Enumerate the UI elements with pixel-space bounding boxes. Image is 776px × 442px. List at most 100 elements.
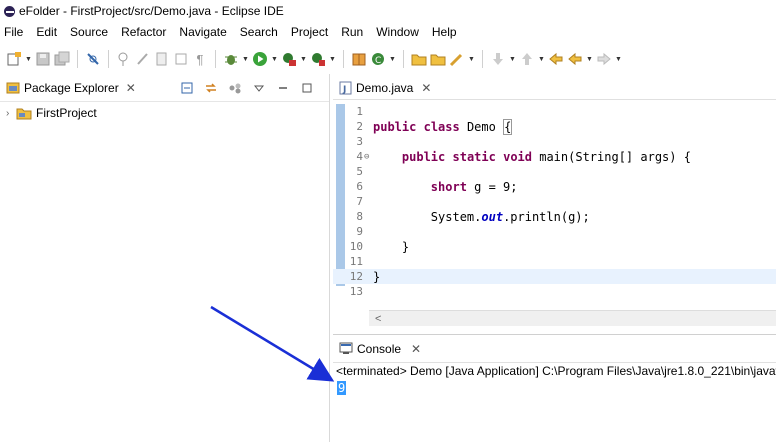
- menu-window[interactable]: Window: [376, 25, 419, 39]
- back-dropdown-icon[interactable]: ▼: [586, 56, 593, 63]
- title-bar: eFolder - FirstProject/src/Demo.java - E…: [0, 0, 776, 22]
- toolbar-separator: [215, 50, 216, 68]
- last-edit-location-icon[interactable]: [548, 51, 564, 67]
- search-icon[interactable]: [449, 51, 465, 67]
- skip-breakpoints-icon[interactable]: [85, 51, 101, 67]
- menu-search[interactable]: Search: [240, 25, 278, 39]
- code-line: 8 System.out.println(g);: [356, 209, 590, 224]
- svg-text:C: C: [375, 56, 381, 66]
- fold-collapse-icon[interactable]: ⊖: [364, 152, 369, 162]
- editor-tab-demo[interactable]: J Demo.java ✕: [333, 76, 776, 100]
- close-icon[interactable]: ✕: [421, 81, 431, 95]
- package-explorer-icon: [6, 82, 20, 93]
- menu-refactor[interactable]: Refactor: [121, 25, 166, 39]
- code-line: 2 public class Demo {: [356, 118, 513, 135]
- minimize-icon[interactable]: [275, 80, 291, 96]
- forward-dropdown-icon[interactable]: ▼: [615, 56, 622, 63]
- new-class-dropdown-icon[interactable]: ▼: [389, 56, 396, 63]
- expand-chevron-icon[interactable]: ›: [6, 108, 16, 119]
- link-with-editor-icon[interactable]: [203, 80, 219, 96]
- save-icon[interactable]: [35, 51, 51, 67]
- editor-tab-title: Demo.java: [356, 80, 414, 95]
- menu-navigate[interactable]: Navigate: [179, 25, 226, 39]
- next-annotation-icon[interactable]: [490, 51, 506, 67]
- code-line: 5: [356, 165, 363, 178]
- new-java-class-icon[interactable]: C: [370, 51, 386, 67]
- run-dropdown-icon[interactable]: ▼: [271, 56, 278, 63]
- new-icon[interactable]: [6, 51, 22, 67]
- code-line-current: 12}: [333, 269, 776, 284]
- coverage-dropdown-icon[interactable]: ▼: [300, 56, 307, 63]
- close-icon[interactable]: ✕: [411, 342, 421, 356]
- close-icon[interactable]: ✕: [126, 81, 136, 95]
- java-file-icon: J: [339, 81, 352, 95]
- toolbar-separator: [482, 50, 483, 68]
- code-line: 10 }: [349, 239, 410, 254]
- project-label: FirstProject: [36, 106, 97, 120]
- back-icon[interactable]: [567, 51, 583, 67]
- main-toolbar: ▼ ¶ ▼ ▼ ▼ ▼ C ▼ ▼ ▼ ▼ ▼ ▼: [0, 44, 776, 74]
- package-explorer-panel: Package Explorer ✕ › FirstProject: [0, 74, 330, 442]
- code-line: 9: [356, 225, 363, 238]
- menu-source[interactable]: Source: [70, 25, 108, 39]
- open-type-icon[interactable]: [116, 51, 132, 67]
- previous-annotation-dropdown-icon[interactable]: ▼: [538, 56, 545, 63]
- forward-icon[interactable]: [596, 51, 612, 67]
- maximize-icon[interactable]: [299, 80, 315, 96]
- eclipse-icon: [4, 5, 15, 17]
- menu-project[interactable]: Project: [291, 25, 328, 39]
- java-project-icon: [16, 108, 32, 120]
- toolbar-separator: [77, 50, 78, 68]
- console-status: <terminated> Demo [Java Application] C:\…: [336, 364, 776, 378]
- package-explorer-title: Package Explorer: [24, 80, 119, 95]
- console-icon: [339, 342, 353, 354]
- code-line: 13: [349, 285, 363, 298]
- scroll-left-icon[interactable]: <: [375, 313, 381, 325]
- menu-bar: File Edit Source Refactor Navigate Searc…: [0, 22, 776, 42]
- external-tools-dropdown-icon[interactable]: ▼: [329, 56, 336, 63]
- console-output-selected[interactable]: 9: [337, 381, 347, 395]
- tree-item-project[interactable]: › FirstProject: [0, 103, 329, 123]
- menu-edit[interactable]: Edit: [36, 25, 57, 39]
- focus-task-icon[interactable]: [227, 80, 243, 96]
- console-panel: Console ✕ <terminated> Demo [Java Applic…: [333, 334, 776, 442]
- next-annotation-dropdown-icon[interactable]: ▼: [509, 56, 516, 63]
- code-line: 4 ⊖ public static void main(String[] args…: [356, 149, 691, 164]
- console-tab[interactable]: Console ✕: [333, 335, 776, 363]
- debug-dropdown-icon[interactable]: ▼: [242, 56, 249, 63]
- menu-file[interactable]: File: [4, 25, 23, 39]
- toolbar-separator: [108, 50, 109, 68]
- menu-run[interactable]: Run: [341, 25, 363, 39]
- svg-text:J: J: [342, 85, 346, 95]
- save-all-icon[interactable]: [54, 51, 70, 67]
- debug-icon[interactable]: [223, 51, 239, 67]
- new-java-package-icon[interactable]: [351, 51, 367, 67]
- search-previous-icon[interactable]: [154, 51, 170, 67]
- window-title: eFolder - FirstProject/src/Demo.java - E…: [19, 4, 284, 18]
- editor-panel: J Demo.java ✕ 1 2 public class Demo { 3 4…: [333, 76, 776, 329]
- toggle-mark-icon[interactable]: [135, 51, 151, 67]
- view-menu-icon[interactable]: [251, 80, 267, 96]
- run-icon[interactable]: [252, 51, 268, 67]
- menu-help[interactable]: Help: [432, 25, 457, 39]
- code-line: 1: [356, 105, 363, 118]
- previous-annotation-icon[interactable]: [519, 51, 535, 67]
- new-dropdown-icon[interactable]: ▼: [25, 56, 32, 63]
- code-line: 11: [349, 255, 363, 268]
- collapse-all-icon[interactable]: [179, 80, 195, 96]
- code-line: 3: [356, 135, 363, 148]
- toolbar-separator: [343, 50, 344, 68]
- block-selection-icon[interactable]: [173, 51, 189, 67]
- external-tools-icon[interactable]: [310, 51, 326, 67]
- coverage-icon[interactable]: [281, 51, 297, 67]
- open-task-icon[interactable]: [430, 51, 446, 67]
- code-line: 7: [356, 195, 363, 208]
- open-folder-icon[interactable]: [411, 51, 427, 67]
- horizontal-scrollbar[interactable]: <: [369, 310, 776, 326]
- toolbar-separator: [403, 50, 404, 68]
- code-editor[interactable]: 1 2 public class Demo { 3 4 ⊖ public stati…: [333, 104, 776, 314]
- show-whitespace-icon[interactable]: ¶: [192, 51, 208, 67]
- code-line: 6 short g = 9;: [356, 179, 518, 194]
- package-explorer-tools: [179, 80, 315, 96]
- search-dropdown-icon[interactable]: ▼: [468, 56, 475, 63]
